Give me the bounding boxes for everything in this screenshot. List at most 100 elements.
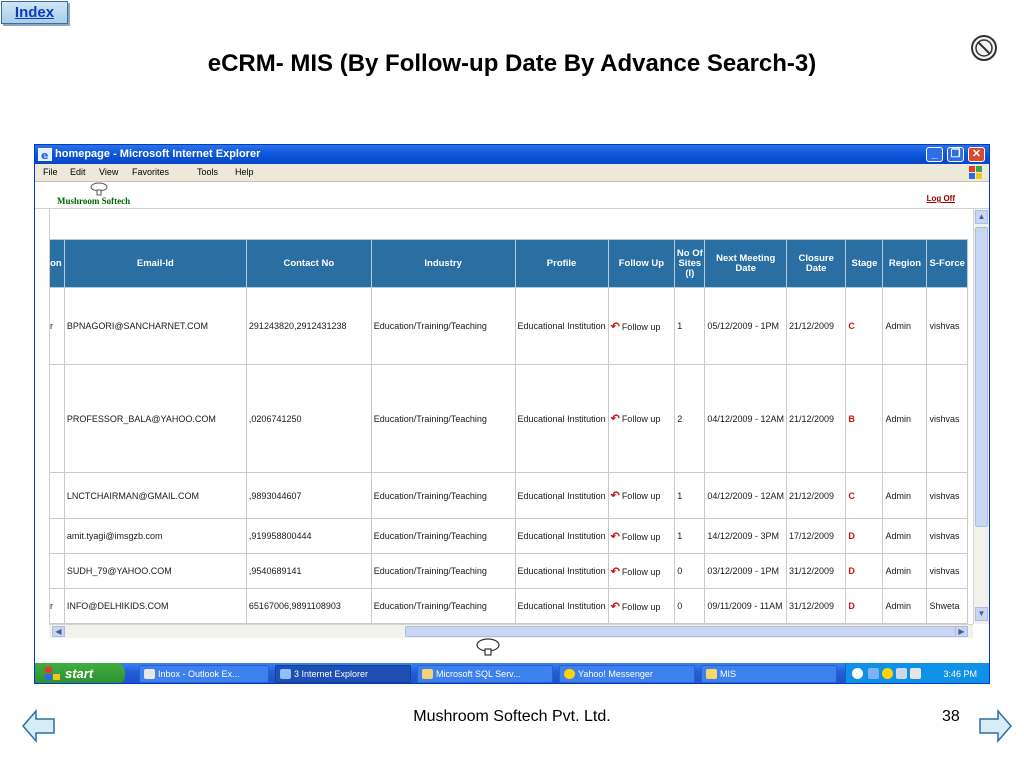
col-sites[interactable]: No Of Sites (I): [674, 239, 706, 288]
cell-sforce: vishvas: [926, 364, 968, 473]
cell-followup[interactable]: ↶ Follow up: [607, 364, 676, 473]
task-label-yahoo: Yahoo! Messenger: [578, 669, 653, 679]
menu-tools[interactable]: Tools: [197, 167, 218, 177]
col-meeting[interactable]: Next Meeting Date: [704, 239, 787, 288]
cell-followup[interactable]: ↶ Follow up: [607, 518, 676, 554]
task-outlook[interactable]: Inbox - Outlook Ex...: [139, 665, 269, 683]
cell-meeting: 03/12/2009 - 1PM: [704, 553, 787, 589]
col-followup[interactable]: Follow Up: [607, 239, 676, 288]
tray-volume-icon[interactable]: [910, 668, 921, 679]
windows-logo-icon: [969, 166, 982, 179]
cell-industry: Education/Training/Teaching: [370, 287, 516, 365]
col-partial[interactable]: on: [50, 239, 65, 288]
index-link[interactable]: Index: [1, 1, 68, 24]
maximize-button[interactable]: ❐: [947, 147, 964, 162]
start-label: start: [65, 666, 94, 681]
brand-name: Mushroom Softech: [57, 196, 131, 206]
follow-up-arrow-icon: ↶: [610, 530, 620, 543]
cell-contact: ,0206741250: [245, 364, 372, 473]
cell-stage: C: [845, 287, 884, 365]
follow-up-link[interactable]: Follow up: [622, 322, 661, 332]
cell-partial: [50, 553, 65, 589]
cell-profile: Educational Institution: [514, 518, 609, 554]
window-title: homepage - Microsoft Internet Explorer: [55, 148, 261, 160]
menu-view[interactable]: View: [99, 167, 118, 177]
vertical-scrollbar[interactable]: ▲ ▼: [973, 209, 989, 624]
cell-followup[interactable]: ↶ Follow up: [607, 472, 676, 519]
follow-up-arrow-icon: ↶: [610, 320, 620, 333]
col-email[interactable]: Email-Id: [63, 239, 247, 288]
yahoo-messenger-icon: [564, 669, 575, 679]
col-stage[interactable]: Stage: [845, 239, 884, 288]
cell-followup[interactable]: ↶ Follow up: [607, 287, 676, 365]
followup-table: on Email-Id Contact No Industry Profile …: [50, 239, 968, 624]
scroll-down-icon[interactable]: ▼: [975, 607, 988, 621]
follow-up-link[interactable]: Follow up: [622, 532, 661, 542]
scroll-left-icon[interactable]: ◀: [52, 626, 65, 637]
menu-help[interactable]: Help: [235, 167, 254, 177]
tray-messenger-icon[interactable]: [882, 668, 893, 679]
cell-region: Admin: [882, 287, 928, 365]
cell-partial: [50, 518, 65, 554]
cell-region: Admin: [882, 472, 928, 519]
cell-stage: D: [845, 553, 884, 589]
col-profile[interactable]: Profile: [514, 239, 609, 288]
follow-up-arrow-icon: ↶: [610, 413, 620, 425]
task-sql-server[interactable]: Microsoft SQL Serv...: [417, 665, 553, 683]
col-industry[interactable]: Industry: [370, 239, 516, 288]
close-button[interactable]: ✕: [968, 147, 985, 162]
cell-followup[interactable]: ↶ Follow up: [607, 553, 676, 589]
tray-display-icon[interactable]: [896, 668, 907, 679]
col-region[interactable]: Region: [882, 239, 928, 288]
horizontal-scroll-thumb[interactable]: [405, 626, 967, 637]
task-mis-folder[interactable]: MIS: [701, 665, 837, 683]
cell-sforce: vishvas: [926, 553, 968, 589]
cell-region: Admin: [882, 364, 928, 473]
start-button[interactable]: start: [35, 663, 125, 683]
table-row: LNCTCHAIRMAN@GMAIL.COM ,9893044607 Educati…: [50, 472, 968, 519]
cell-meeting: 04/12/2009 - 12AM: [704, 472, 787, 519]
menu-edit[interactable]: Edit: [70, 167, 86, 177]
cell-email: PROFESSOR_BALA@YAHOO.COM: [63, 364, 247, 473]
table-row: r INFO@DELHIKIDS.COM 65167006,9891108903 Ed…: [50, 588, 968, 624]
tray-back-icon[interactable]: [852, 668, 863, 679]
cell-email: LNCTCHAIRMAN@GMAIL.COM: [63, 472, 247, 519]
menu-favorites[interactable]: Favorites: [132, 167, 169, 177]
task-label-sql: Microsoft SQL Serv...: [436, 669, 521, 679]
sql-server-icon: [422, 669, 433, 679]
cell-closure: 31/12/2009: [785, 588, 847, 624]
next-slide-icon[interactable]: [978, 708, 1012, 744]
cell-followup[interactable]: ↶ Follow up: [607, 588, 676, 624]
follow-up-link[interactable]: Follow up: [622, 567, 661, 577]
follow-up-link[interactable]: Follow up: [622, 491, 661, 501]
vertical-scroll-thumb[interactable]: [975, 227, 988, 527]
logoff-link[interactable]: Log Off: [927, 194, 955, 203]
follow-up-link[interactable]: Follow up: [622, 414, 661, 424]
cell-region: Admin: [882, 518, 928, 554]
horizontal-scrollbar[interactable]: ◀ ▶: [49, 624, 973, 638]
menu-file[interactable]: File: [43, 167, 58, 177]
cell-meeting: 14/12/2009 - 3PM: [704, 518, 787, 554]
cell-sforce: vishvas: [926, 518, 968, 554]
window-titlebar: e homepage - Microsoft Internet Explorer…: [35, 145, 989, 164]
col-sforce[interactable]: S-Force: [926, 239, 968, 288]
task-internet-explorer[interactable]: 3 Internet Explorer: [275, 665, 411, 683]
follow-up-link[interactable]: Follow up: [622, 602, 661, 612]
cell-email: SUDH_79@YAHOO.COM: [63, 553, 247, 589]
scroll-right-icon[interactable]: ▶: [955, 626, 968, 637]
tray-network-icon[interactable]: [868, 668, 879, 679]
task-yahoo-messenger[interactable]: Yahoo! Messenger: [559, 665, 695, 683]
cell-region: Admin: [882, 588, 928, 624]
slide: Index eCRM- MIS (By Follow-up Date By Ad…: [0, 0, 1024, 768]
system-tray: 3:46 PM: [845, 663, 989, 683]
cell-email: amit.tyagi@imsgzb.com: [63, 518, 247, 554]
mushroom-footer-icon: [476, 638, 500, 656]
cell-closure: 21/12/2009: [785, 364, 847, 473]
no-entry-icon[interactable]: [969, 33, 999, 63]
scroll-up-icon[interactable]: ▲: [975, 210, 988, 224]
cell-closure: 21/12/2009: [785, 472, 847, 519]
minimize-button[interactable]: _: [926, 147, 943, 162]
col-closure[interactable]: Closure Date: [785, 239, 847, 288]
col-contact[interactable]: Contact No: [245, 239, 372, 288]
ie-icon: e: [38, 148, 52, 161]
